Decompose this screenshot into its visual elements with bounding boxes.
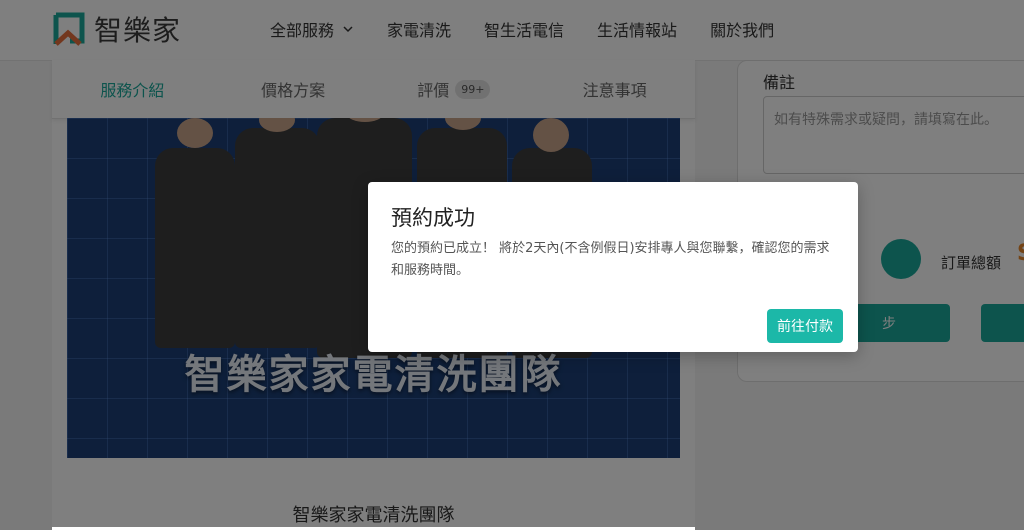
booking-success-dialog: 預約成功 您的預約已成立！ 將於2天內(不含例假日)安排專人與您聯繫，確認您的需… (368, 182, 858, 352)
go-to-payment-button[interactable]: 前往付款 (767, 309, 843, 343)
dialog-message: 您的預約已成立！ 將於2天內(不含例假日)安排專人與您聯繫，確認您的需求和服務時… (391, 241, 830, 278)
dialog-title: 預約成功 (391, 206, 475, 230)
